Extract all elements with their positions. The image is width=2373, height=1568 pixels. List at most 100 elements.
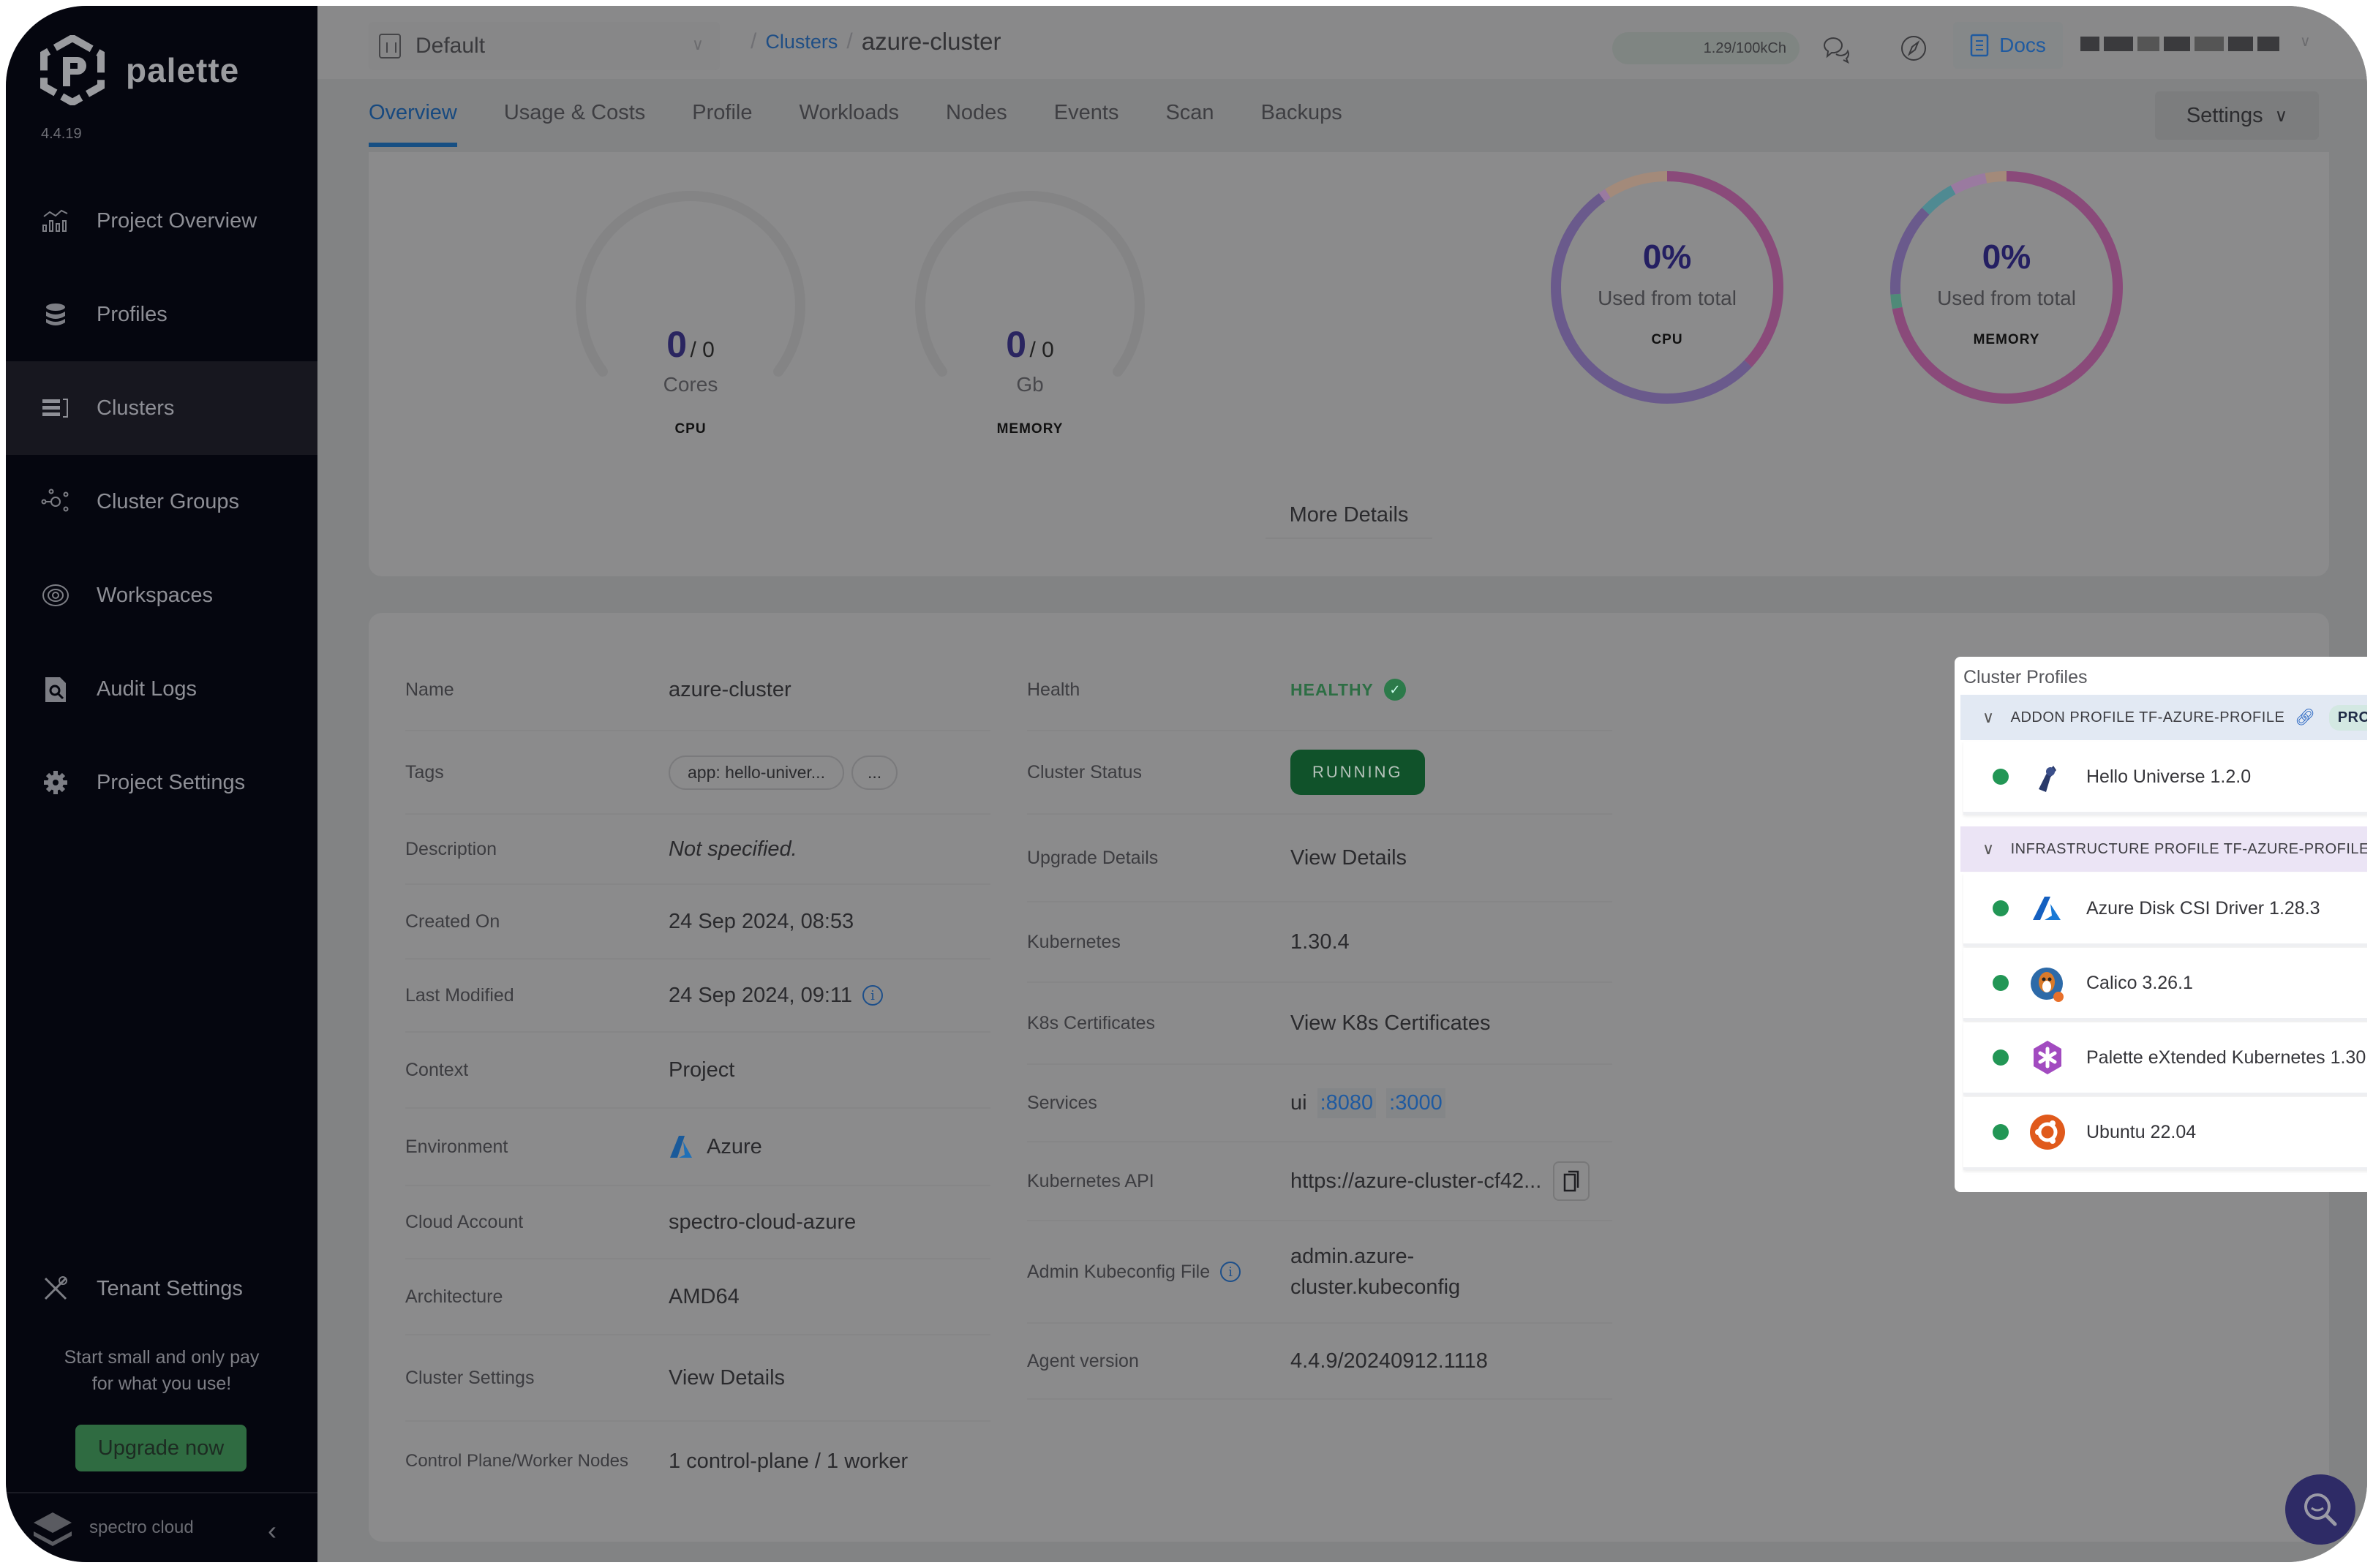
sidebar-item-cluster-groups[interactable]: Cluster Groups bbox=[6, 455, 317, 549]
sidebar-item-clusters[interactable]: Clusters bbox=[6, 361, 317, 455]
project-name: Default bbox=[415, 34, 486, 58]
cpu-donut: 0% Used from total CPU bbox=[1546, 167, 1788, 408]
promo-line-2: for what you use! bbox=[91, 1373, 232, 1394]
cpu-gauge-label: CPU bbox=[674, 421, 707, 437]
pack-item-ubuntu[interactable]: Ubuntu 22.04 › bbox=[1963, 1097, 2367, 1170]
detail-label: Kubernetes API bbox=[1027, 1170, 1154, 1191]
description-value: Not specified. bbox=[669, 837, 797, 861]
sidebar-item-project-settings[interactable]: Project Settings bbox=[6, 736, 317, 829]
sidebar-tenant-section: Tenant Settings bbox=[6, 1242, 317, 1335]
last-modified-value: 24 Sep 2024, 09:11 bbox=[669, 983, 853, 1007]
chevron-down-icon[interactable]: ∨ bbox=[1982, 840, 1995, 859]
tab-backups[interactable]: Backups bbox=[1261, 101, 1342, 147]
compass-icon[interactable] bbox=[1896, 31, 1931, 66]
sidebar-item-workspaces[interactable]: Workspaces bbox=[6, 549, 317, 642]
azure-icon bbox=[670, 1136, 692, 1158]
more-tags-button[interactable]: ... bbox=[851, 755, 898, 790]
chevron-down-icon[interactable]: ∨ bbox=[2300, 32, 2311, 50]
link-icon[interactable]: 🔗︎ bbox=[2295, 708, 2315, 727]
detail-label: Name bbox=[405, 679, 454, 700]
docs-button[interactable]: Docs bbox=[1953, 22, 2063, 69]
agent-version-value: 4.4.9/20240912.1118 bbox=[1290, 1349, 1488, 1373]
book-icon bbox=[1970, 34, 1989, 57]
copy-button[interactable] bbox=[1553, 1161, 1590, 1201]
palette-logo[interactable]: palette bbox=[40, 35, 239, 105]
chevron-down-icon[interactable]: ∨ bbox=[1982, 708, 1995, 727]
collapse-sidebar-icon[interactable]: ‹ bbox=[268, 1515, 277, 1546]
detail-row-tags: Tags app: hello-univer... ... bbox=[405, 731, 990, 815]
cluster-settings-view-details-link[interactable]: View Details bbox=[669, 1366, 785, 1390]
status-dot bbox=[1993, 900, 2009, 916]
pack-item-azure-disk-csi[interactable]: Azure Disk CSI Driver 1.28.3 › bbox=[1963, 873, 2367, 946]
detail-row-environment: Environment Azure bbox=[405, 1109, 990, 1186]
detail-label: Tags bbox=[405, 761, 444, 783]
view-k8s-certificates-link[interactable]: View K8s Certificates bbox=[1290, 1011, 1490, 1036]
breadcrumb-separator: / bbox=[751, 29, 757, 53]
sidebar-item-project-overview[interactable]: Project Overview bbox=[6, 174, 317, 268]
tab-overview[interactable]: Overview bbox=[369, 101, 457, 147]
breadcrumb: / Clusters / azure-cluster bbox=[742, 28, 1001, 56]
pack-name: Calico 3.26.1 bbox=[2086, 972, 2193, 993]
details-right-column: Health HEALTHY ✓ Cluster Status RUNNING … bbox=[1027, 649, 1612, 1400]
cluster-profiles-panel: Cluster Profiles ∨ ADDON PROFILE TF-AZUR… bbox=[1955, 657, 2367, 1192]
promo-line-1: Start small and only pay bbox=[64, 1347, 260, 1368]
info-icon[interactable]: i bbox=[1220, 1262, 1241, 1282]
cpu-donut-caption: Used from total bbox=[1598, 287, 1737, 309]
stack-icon bbox=[41, 300, 70, 329]
usage-indicator[interactable]: 1.29/100kCh bbox=[1612, 32, 1800, 64]
chat-icon[interactable] bbox=[1819, 31, 1854, 66]
sidebar-item-profiles[interactable]: Profiles bbox=[6, 268, 317, 361]
detail-row-architecture: Architecture AMD64 bbox=[405, 1259, 990, 1335]
tab-usage-costs[interactable]: Usage & Costs bbox=[504, 101, 645, 147]
kubeconfig-download-link[interactable]: admin.azure- cluster.kubeconfig bbox=[1290, 1241, 1460, 1303]
breadcrumb-current: azure-cluster bbox=[861, 28, 1001, 55]
created-on-value: 24 Sep 2024, 08:53 bbox=[669, 909, 854, 933]
cpu-gauge-value: 0 / 0 bbox=[666, 324, 715, 365]
search-icon bbox=[2304, 1493, 2337, 1526]
context-value: Project bbox=[669, 1058, 735, 1082]
service-port-link[interactable]: :3000 bbox=[1386, 1088, 1445, 1118]
tag-chip[interactable]: app: hello-univer... bbox=[669, 755, 844, 790]
nodes-value: 1 control-plane / 1 worker bbox=[669, 1449, 909, 1473]
detail-row-kubernetes-api: Kubernetes API https://azure-cluster-cf4… bbox=[1027, 1142, 1612, 1221]
tab-nodes[interactable]: Nodes bbox=[946, 101, 1007, 147]
info-icon[interactable]: i bbox=[862, 985, 884, 1006]
addon-profile-header[interactable]: ∨ ADDON PROFILE TF-AZURE-PROFILE 🔗︎ PROJ bbox=[1960, 695, 2367, 740]
app-window: palette 4.4.19 Project Overview Profiles bbox=[6, 6, 2367, 1562]
detail-label: Architecture bbox=[405, 1286, 503, 1307]
pack-item-pxk[interactable]: Palette eXtended Kubernetes 1.30.4 › bbox=[1963, 1022, 2367, 1096]
tab-profile[interactable]: Profile bbox=[692, 101, 752, 147]
tab-workloads[interactable]: Workloads bbox=[799, 101, 898, 147]
memory-unit: Gb bbox=[1016, 373, 1044, 396]
cluster-status-badge: RUNNING bbox=[1290, 750, 1425, 795]
sidebar-item-tenant-settings[interactable]: Tenant Settings bbox=[6, 1242, 317, 1335]
memory-total: 0 bbox=[1042, 338, 1054, 362]
upgrade-view-details-link[interactable]: View Details bbox=[1290, 846, 1407, 870]
sidebar-item-label: Project Overview bbox=[97, 208, 257, 233]
architecture-value: AMD64 bbox=[669, 1284, 740, 1308]
project-selector[interactable]: Default ∨ bbox=[369, 22, 720, 70]
detail-label: Services bbox=[1027, 1092, 1097, 1113]
docs-label: Docs bbox=[1999, 34, 2046, 56]
sidebar-footer: spectro cloud ‹ bbox=[6, 1492, 317, 1562]
service-port-link[interactable]: :8080 bbox=[1317, 1088, 1377, 1118]
status-dot bbox=[1993, 769, 2009, 785]
breadcrumb-clusters-link[interactable]: Clusters bbox=[765, 31, 838, 53]
user-menu[interactable] bbox=[2080, 35, 2285, 53]
chart-icon bbox=[41, 206, 70, 235]
sidebar-item-audit-logs[interactable]: Audit Logs bbox=[6, 642, 317, 736]
infrastructure-profile-header[interactable]: ∨ INFRASTRUCTURE PROFILE TF-AZURE-PROFIL… bbox=[1960, 826, 2367, 872]
pack-item-hello-universe[interactable]: Hello Universe 1.2.0 › bbox=[1963, 742, 2367, 815]
sidebar-item-label: Tenant Settings bbox=[97, 1276, 243, 1300]
azure-icon bbox=[2029, 890, 2066, 927]
help-search-button[interactable] bbox=[2285, 1474, 2355, 1545]
upgrade-now-button[interactable]: Upgrade now bbox=[75, 1425, 247, 1471]
more-details-button[interactable]: More Details bbox=[1266, 503, 1432, 539]
kubernetes-version-value: 1.30.4 bbox=[1290, 930, 1350, 954]
pack-item-calico[interactable]: Calico 3.26.1 › bbox=[1963, 948, 2367, 1021]
memory-gauge-value: 0 / 0 bbox=[1006, 324, 1054, 365]
settings-dropdown-button[interactable]: Settings ∨ bbox=[2155, 91, 2319, 140]
detail-label: Control Plane/Worker Nodes bbox=[405, 1451, 629, 1471]
tab-events[interactable]: Events bbox=[1054, 101, 1119, 147]
tab-scan[interactable]: Scan bbox=[1165, 101, 1214, 147]
